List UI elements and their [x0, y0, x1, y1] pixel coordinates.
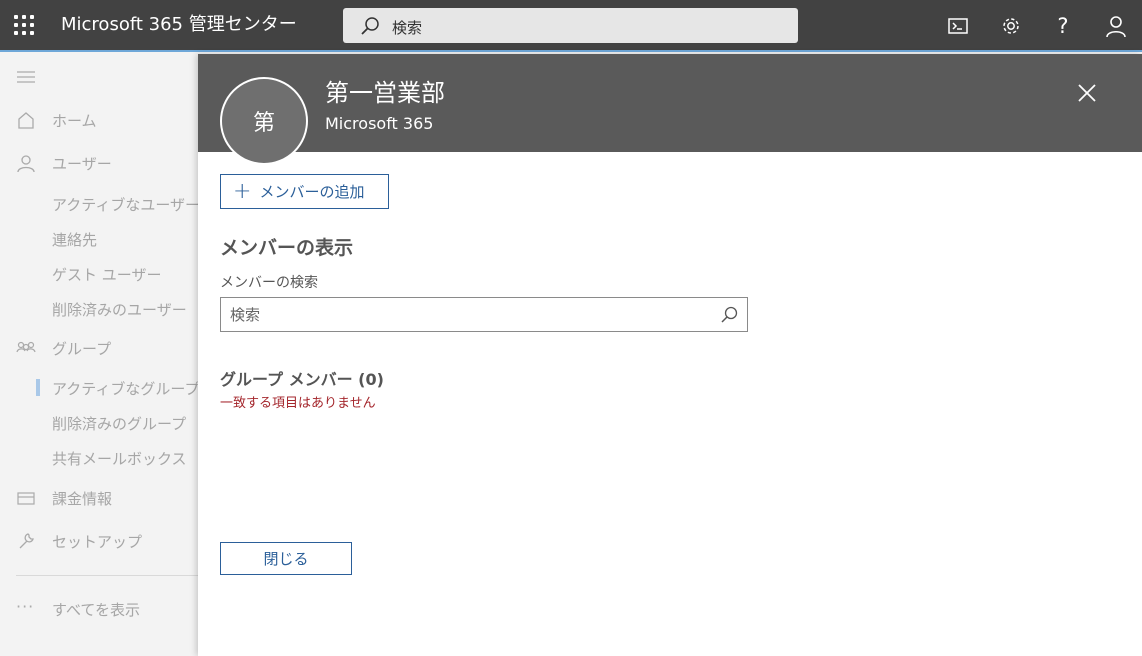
nav-label-setup: セットアップ — [52, 532, 143, 551]
group-avatar: 第 — [220, 77, 308, 165]
wrench-icon — [19, 533, 34, 549]
add-member-button[interactable]: + メンバーの追加 — [220, 174, 389, 209]
group-members-heading: グループ メンバー (0) — [220, 370, 384, 389]
nav-item-groups[interactable]: グループ — [0, 333, 198, 363]
nav-label-home: ホーム — [52, 111, 97, 130]
global-search-box[interactable]: 検索 — [343, 8, 798, 43]
terminal-icon[interactable] — [945, 13, 971, 39]
nav-sub-guest-users[interactable]: ゲスト ユーザー — [52, 261, 161, 287]
section-title: メンバーの表示 — [220, 237, 354, 259]
nav-label-groups: グループ — [52, 339, 112, 358]
nav-sub-contacts[interactable]: 連絡先 — [52, 226, 97, 252]
nav-sub-active-users[interactable]: アクティブなユーザー — [52, 191, 198, 217]
nav-item-setup[interactable]: セットアップ — [0, 526, 198, 556]
home-icon — [18, 112, 34, 129]
add-member-label: メンバーの追加 — [259, 183, 365, 201]
search-icon — [361, 17, 379, 35]
nav-collapse[interactable] — [0, 62, 198, 92]
nav-label-users: ユーザー — [52, 154, 112, 173]
nav-item-billing[interactable]: 課金情報 — [0, 483, 198, 513]
search-icon[interactable] — [720, 306, 738, 324]
help-icon[interactable]: ? — [1050, 13, 1076, 39]
nav-item-home[interactable]: ホーム — [0, 105, 198, 135]
member-search-label: メンバーの検索 — [220, 275, 318, 291]
active-indicator — [36, 379, 40, 396]
nav-sub-deleted-groups[interactable]: 削除済みのグループ — [52, 410, 186, 436]
close-button[interactable]: 閉じる — [220, 542, 352, 575]
nav-label-billing: 課金情報 — [52, 489, 113, 508]
nav-sub-active-groups[interactable]: アクティブなグループ — [52, 375, 198, 401]
close-icon[interactable] — [1074, 80, 1100, 106]
plus-icon: + — [233, 178, 252, 204]
nav-item-users[interactable]: ユーザー — [0, 148, 198, 178]
nav-item-show-all[interactable]: ··· すべてを表示 — [0, 594, 198, 624]
nav-divider — [16, 575, 198, 576]
nav-label-show-all: すべてを表示 — [52, 600, 141, 619]
app-title[interactable]: Microsoft 365 管理センター — [61, 14, 297, 36]
hamburger-icon — [17, 71, 35, 83]
member-search-field[interactable] — [220, 297, 748, 332]
gear-icon[interactable] — [998, 13, 1024, 39]
waffle-icon[interactable] — [14, 15, 34, 35]
billing-icon — [17, 492, 35, 505]
left-nav: ホーム ユーザー アクティブなユーザー 連絡先 ゲスト ユーザー 削除済みのユー… — [0, 54, 198, 656]
group-type: Microsoft 365 — [325, 114, 434, 133]
global-search-placeholder: 検索 — [392, 19, 423, 37]
nav-sub-deleted-users[interactable]: 削除済みのユーザー — [52, 296, 187, 322]
nav-sub-shared-mailboxes[interactable]: 共有メールボックス — [52, 445, 187, 471]
group-members-panel: 第一営業部 Microsoft 365 第 + メンバーの追加 メンバーの表示 … — [198, 54, 1142, 656]
no-match-message: 一致する項目はありません — [220, 396, 376, 411]
ellipsis-icon: ··· — [16, 597, 35, 616]
user-icon — [17, 155, 35, 173]
top-bar: Microsoft 365 管理センター 検索 ? — [0, 0, 1142, 52]
member-search-input[interactable] — [221, 298, 711, 331]
user-icon[interactable] — [1103, 13, 1129, 39]
group-name: 第一営業部 — [325, 79, 445, 107]
panel-header: 第一営業部 Microsoft 365 — [198, 54, 1142, 152]
group-icon — [16, 341, 36, 353]
